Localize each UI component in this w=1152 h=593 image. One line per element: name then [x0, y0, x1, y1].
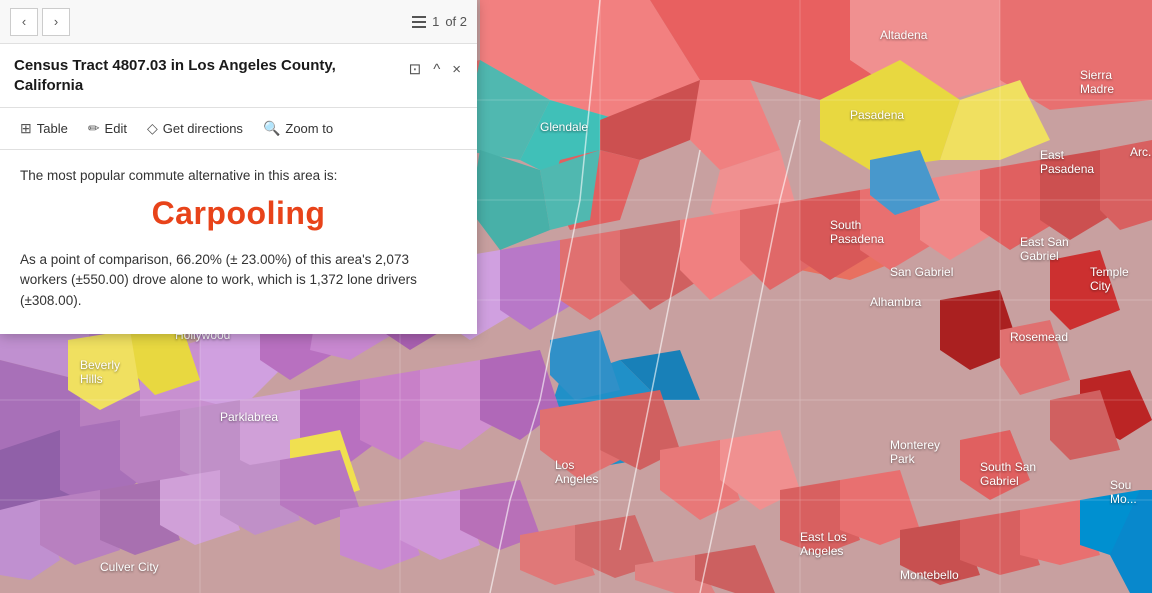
popup-highlight: Carpooling	[20, 195, 457, 232]
collapse-icon: ^	[433, 61, 440, 78]
popup-title-actions: ⊡ ^ ×	[407, 58, 463, 80]
nav-forward-button[interactable]: ›	[42, 8, 70, 36]
close-button[interactable]: ×	[450, 59, 463, 80]
chevron-left-icon: ‹	[22, 14, 26, 29]
nav-arrows: ‹ ›	[10, 8, 70, 36]
edit-label: Edit	[105, 121, 127, 136]
popup-toolbar: ⊞ Table ✏ Edit ◇ Get directions 🔍 Zoom t…	[0, 108, 477, 150]
popup-description: The most popular commute alternative in …	[20, 168, 457, 183]
popup-titlebar: Census Tract 4807.03 in Los Angeles Coun…	[0, 44, 477, 108]
dock-button[interactable]: ⊡	[407, 58, 424, 80]
popup-comparison: As a point of comparison, 66.20% (± 23.0…	[20, 250, 457, 313]
list-icon	[412, 16, 426, 28]
close-icon: ×	[452, 61, 461, 78]
table-button[interactable]: ⊞ Table	[10, 114, 78, 143]
zoom-icon: 🔍	[263, 120, 280, 137]
dock-icon: ⊡	[409, 60, 422, 78]
table-icon: ⊞	[20, 120, 32, 137]
edit-button[interactable]: ✏ Edit	[78, 114, 137, 143]
nav-back-button[interactable]: ‹	[10, 8, 38, 36]
zoom-label: Zoom to	[285, 121, 333, 136]
nav-counter: 1 of 2	[412, 14, 467, 29]
popup-panel: ‹ › 1 of 2 Census Tract 4807.03 in Los A…	[0, 0, 477, 334]
directions-label: Get directions	[163, 121, 243, 136]
popup-title: Census Tract 4807.03 in Los Angeles Coun…	[14, 56, 399, 97]
directions-icon: ◇	[147, 120, 158, 137]
chevron-right-icon: ›	[54, 14, 58, 29]
nav-current: 1	[432, 14, 439, 29]
zoom-button[interactable]: 🔍 Zoom to	[253, 114, 343, 143]
popup-nav: ‹ › 1 of 2	[0, 0, 477, 44]
nav-of-total: of 2	[445, 14, 467, 29]
directions-button[interactable]: ◇ Get directions	[137, 114, 253, 143]
collapse-button[interactable]: ^	[431, 59, 442, 80]
edit-icon: ✏	[88, 120, 100, 137]
popup-content: The most popular commute alternative in …	[0, 150, 477, 335]
table-label: Table	[37, 121, 68, 136]
